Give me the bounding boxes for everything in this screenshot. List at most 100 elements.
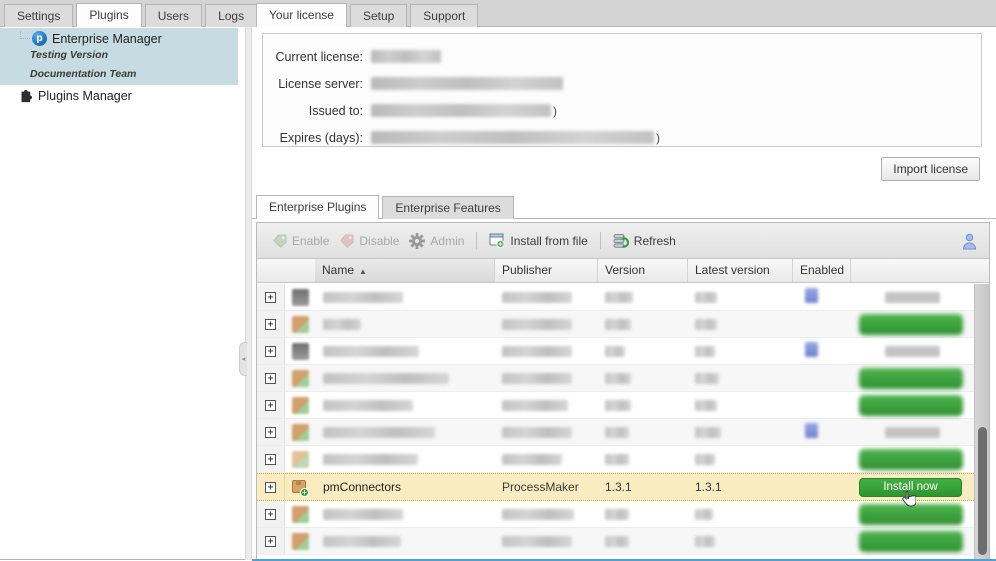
expand-plus-icon: +: [265, 454, 276, 465]
header-version[interactable]: Version: [598, 259, 688, 282]
tab-setup[interactable]: Setup: [350, 4, 407, 27]
plugin-publisher: ProcessMaker: [495, 480, 598, 494]
tab-enterprise-features[interactable]: Enterprise Features: [382, 196, 513, 219]
refresh-icon: [613, 233, 629, 249]
plugins-tree-panel: p Enterprise Manager Testing Version Doc…: [0, 27, 245, 560]
license-info-box: Current license: License server: Issued …: [262, 33, 982, 147]
redacted-enabled-checkbox: [805, 423, 818, 438]
plugin-publisher-redacted: [495, 398, 598, 412]
license-field-row: Issued to: ): [263, 97, 981, 124]
plugin-publisher-redacted: [495, 290, 598, 304]
plugin-publisher-redacted: [495, 425, 598, 439]
plugin-latest-redacted: [688, 371, 793, 385]
plugin-name-redacted: [315, 425, 495, 439]
disable-label: Disable: [359, 234, 399, 248]
plugin-name-redacted: [315, 398, 495, 412]
tab-settings[interactable]: Settings: [4, 4, 73, 27]
tab-plugins[interactable]: Plugins: [76, 3, 141, 27]
expand-plus-icon: +: [265, 292, 276, 303]
plugin-latest-redacted: [688, 317, 793, 331]
expand-toggle[interactable]: +: [257, 474, 285, 500]
expand-toggle[interactable]: +: [257, 284, 285, 310]
expand-toggle[interactable]: +: [257, 528, 285, 554]
tab-users[interactable]: Users: [145, 4, 202, 27]
table-row[interactable]: +: [257, 528, 974, 555]
tree-node-plugins-manager[interactable]: Plugins Manager: [18, 89, 132, 103]
redacted-text: [605, 346, 625, 357]
expand-toggle[interactable]: +: [257, 419, 285, 445]
expand-toggle[interactable]: +: [257, 338, 285, 364]
header-publisher[interactable]: Publisher: [495, 259, 598, 282]
toolbar-separator: [600, 232, 601, 249]
redacted-install-button[interactable]: [859, 449, 963, 470]
plugin-publisher-redacted: [495, 452, 598, 466]
expand-toggle[interactable]: +: [257, 501, 285, 527]
expand-plus-icon: +: [265, 482, 276, 493]
header-enabled[interactable]: Enabled: [793, 259, 851, 282]
tab-enterprise-plugins[interactable]: Enterprise Plugins: [256, 195, 379, 219]
plugin-version-redacted: [598, 317, 688, 331]
plugin-name-redacted: [315, 344, 495, 358]
install-from-file-button[interactable]: Install from file: [484, 233, 592, 248]
hand-cursor-icon: [902, 490, 916, 508]
table-row[interactable]: +: [257, 501, 974, 528]
plugin-icon: [285, 316, 315, 333]
import-license-button[interactable]: Import license: [881, 157, 980, 181]
plugin-action-cell: [851, 368, 974, 389]
tab-support[interactable]: Support: [410, 4, 478, 27]
redacted-text: [502, 319, 572, 330]
table-row[interactable]: +: [257, 284, 974, 311]
vertical-scrollbar[interactable]: [974, 284, 989, 559]
table-row-pmconnectors[interactable]: + + pmConnectors ProcessMaker 1.3.1 1.3.…: [257, 473, 974, 501]
user-icon[interactable]: [962, 233, 977, 250]
redacted-text: [502, 454, 562, 465]
plugin-name-redacted: [315, 534, 495, 548]
redacted-text: [695, 400, 717, 411]
expand-toggle[interactable]: +: [257, 392, 285, 418]
collapse-panel-handle[interactable]: ◂: [239, 342, 247, 376]
table-row[interactable]: +: [257, 419, 974, 446]
disable-button[interactable]: Disable: [334, 234, 404, 248]
redacted-text: [695, 536, 715, 547]
expand-toggle[interactable]: +: [257, 311, 285, 337]
sidebar-bottom-border: [0, 559, 252, 560]
license-field-row: Current license:: [263, 43, 981, 70]
header-latest-version[interactable]: Latest version: [688, 259, 793, 282]
plugin-version-redacted: [598, 425, 688, 439]
plugin-publisher-redacted: [495, 534, 598, 548]
redacted-text: [695, 373, 719, 384]
table-row[interactable]: +: [257, 311, 974, 338]
enable-button[interactable]: Enable: [267, 234, 334, 248]
header-name[interactable]: Name▲: [315, 259, 495, 282]
redacted-install-button[interactable]: [859, 395, 963, 416]
redacted-text: [502, 509, 574, 520]
admin-tabs: Settings Plugins Users Logs: [4, 3, 260, 27]
tree-node-enterprise-manager[interactable]: p Enterprise Manager Testing Version Doc…: [0, 28, 238, 85]
admin-button[interactable]: Admin: [404, 233, 469, 249]
table-row[interactable]: +: [257, 446, 974, 473]
tab-logs[interactable]: Logs: [205, 4, 257, 27]
table-row[interactable]: +: [257, 392, 974, 419]
redacted-text: [323, 346, 419, 357]
install-now-button[interactable]: Install now: [859, 478, 962, 497]
enable-tag-icon: [272, 234, 287, 248]
table-row[interactable]: +: [257, 338, 974, 365]
redacted-text: [695, 319, 717, 330]
redacted-install-button[interactable]: [859, 368, 963, 389]
plugin-action-cell: [851, 346, 974, 357]
table-row[interactable]: +: [257, 365, 974, 392]
redacted-action: [885, 427, 940, 438]
redacted-install-button[interactable]: [859, 531, 963, 552]
expand-plus-icon: +: [265, 319, 276, 330]
scrollbar-thumb[interactable]: [978, 427, 987, 555]
expand-toggle[interactable]: +: [257, 365, 285, 391]
expand-toggle[interactable]: +: [257, 446, 285, 472]
tab-your-license[interactable]: Your license: [256, 3, 347, 27]
redacted-text: [323, 427, 435, 438]
redacted-text: [605, 509, 629, 520]
plugin-icon: [285, 397, 315, 414]
refresh-button[interactable]: Refresh: [608, 233, 681, 249]
redacted-text: [695, 454, 715, 465]
panel-divider[interactable]: ◂: [245, 27, 252, 560]
redacted-install-button[interactable]: [859, 314, 963, 335]
